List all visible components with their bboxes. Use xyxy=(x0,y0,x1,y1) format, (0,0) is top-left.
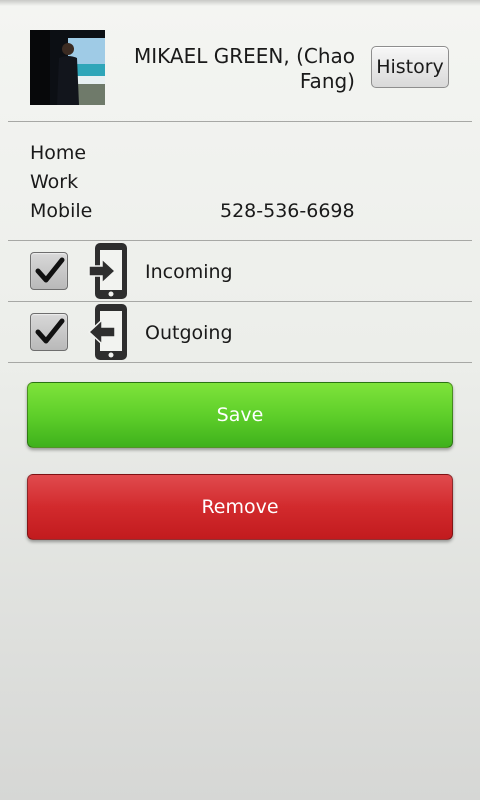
contact-photo[interactable] xyxy=(30,30,105,105)
phone-number-mobile: 528-536-6698 xyxy=(220,200,355,222)
remove-button[interactable]: Remove xyxy=(27,474,453,540)
divider xyxy=(8,240,472,241)
contact-header: MIKAEL GREEN, (Chao Fang) History xyxy=(0,0,480,120)
history-button[interactable]: History xyxy=(371,46,449,88)
outgoing-checkbox[interactable] xyxy=(30,313,68,351)
outgoing-call-icon xyxy=(87,303,130,361)
incoming-checkbox[interactable] xyxy=(30,252,68,290)
phone-label-mobile: Mobile xyxy=(30,200,93,222)
divider xyxy=(8,362,472,363)
incoming-call-icon xyxy=(88,242,130,300)
outgoing-label: Outgoing xyxy=(145,322,233,344)
phone-label-work: Work xyxy=(30,171,79,193)
divider xyxy=(8,121,472,122)
checkmark-icon xyxy=(35,318,65,344)
phone-label-home: Home xyxy=(30,142,87,164)
incoming-label: Incoming xyxy=(145,261,233,283)
divider xyxy=(8,301,472,302)
save-button[interactable]: Save xyxy=(27,382,453,448)
contact-name: MIKAEL GREEN, (Chao Fang) xyxy=(133,44,355,93)
checkmark-icon xyxy=(35,257,65,283)
